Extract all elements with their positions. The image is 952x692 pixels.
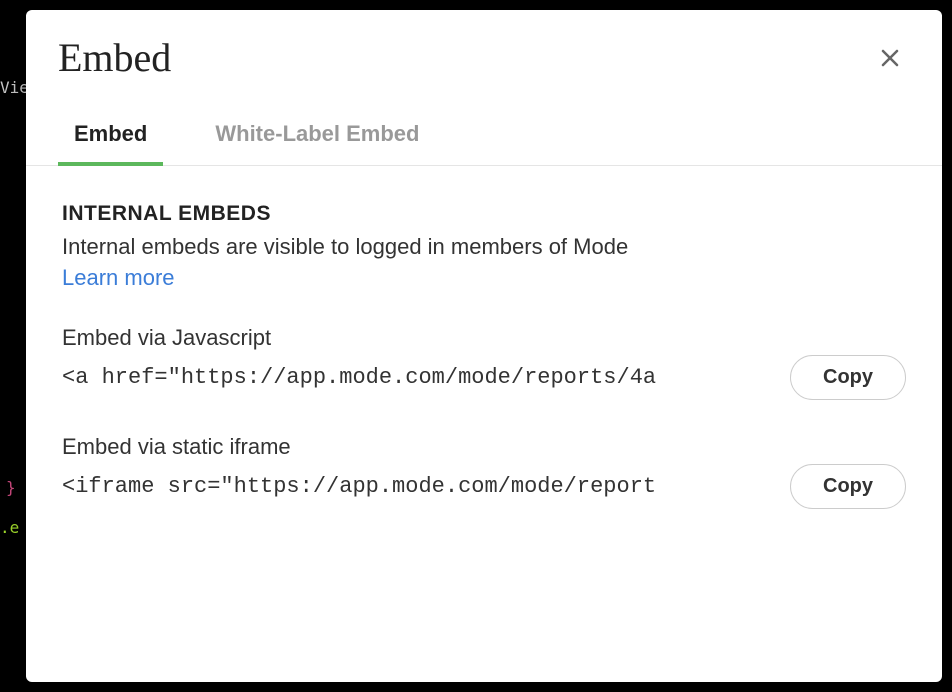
modal-header: Embed (26, 10, 942, 109)
bg-fragment-1: Vie (0, 78, 29, 97)
bg-fragment-3: .e (0, 518, 19, 537)
embed-js-label: Embed via Javascript (62, 325, 906, 351)
tab-embed[interactable]: Embed (58, 109, 163, 165)
close-icon (878, 46, 902, 70)
embed-iframe-label: Embed via static iframe (62, 434, 906, 460)
embed-js-code[interactable]: <a href="https://app.mode.com/mode/repor… (62, 361, 770, 394)
section-description: Internal embeds are visible to logged in… (62, 232, 906, 263)
bg-fragment-2: } (6, 478, 16, 497)
embed-block-iframe: Embed via static iframe <iframe src="htt… (62, 434, 906, 509)
embed-modal: Embed Embed White-Label Embed INTERNAL E… (26, 10, 942, 682)
learn-more-link[interactable]: Learn more (62, 265, 175, 291)
tab-white-label-embed[interactable]: White-Label Embed (199, 109, 435, 165)
embed-iframe-code[interactable]: <iframe src="https://app.mode.com/mode/r… (62, 470, 770, 503)
tabs-container: Embed White-Label Embed (26, 109, 942, 166)
embed-block-js: Embed via Javascript <a href="https://ap… (62, 325, 906, 400)
modal-title: Embed (58, 34, 171, 81)
copy-iframe-button[interactable]: Copy (790, 464, 906, 509)
copy-js-button[interactable]: Copy (790, 355, 906, 400)
modal-body: INTERNAL EMBEDS Internal embeds are visi… (26, 166, 942, 682)
close-button[interactable] (874, 42, 906, 74)
embed-iframe-row: <iframe src="https://app.mode.com/mode/r… (62, 464, 906, 509)
section-title: INTERNAL EMBEDS (62, 202, 906, 226)
embed-js-row: <a href="https://app.mode.com/mode/repor… (62, 355, 906, 400)
